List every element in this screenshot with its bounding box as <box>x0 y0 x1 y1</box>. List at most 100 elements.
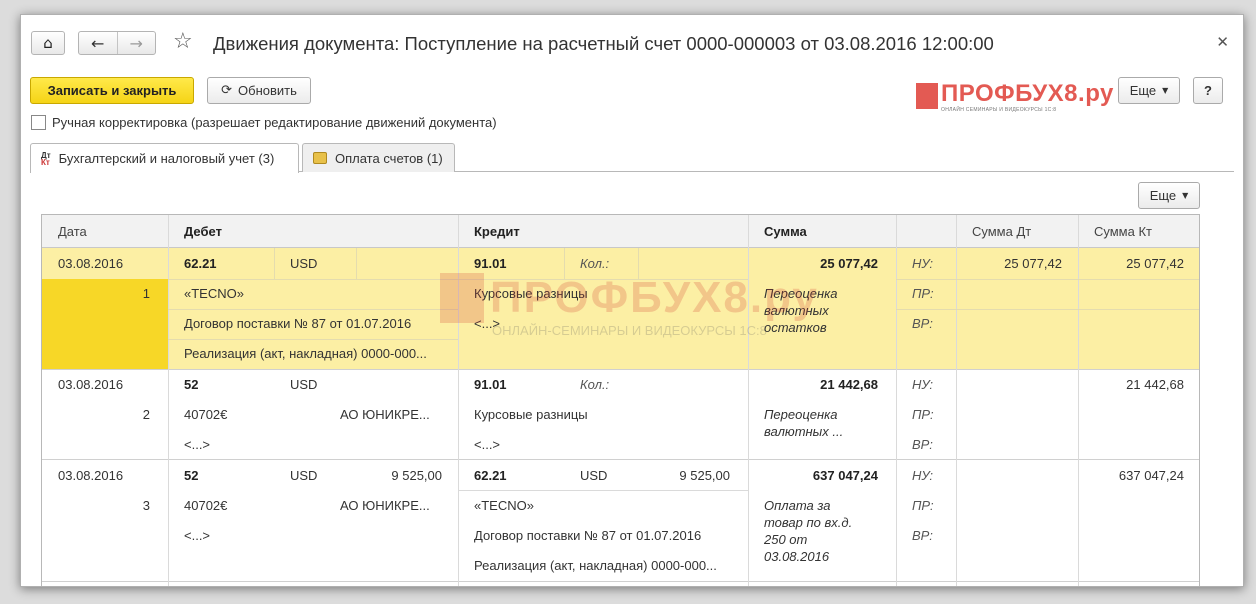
cell-sum-kt: 21 442,68 <box>1126 377 1184 392</box>
arrow-right-icon: → <box>129 33 143 53</box>
back-button[interactable]: ← <box>79 32 117 54</box>
cell-credit-account: 62.21 <box>474 468 507 483</box>
column-divider <box>896 215 897 586</box>
cell-debit-currency: USD <box>290 377 318 392</box>
manual-edit-checkbox[interactable] <box>31 115 46 130</box>
forward-button[interactable]: → <box>116 32 156 54</box>
cell-credit-qty-label: Кол.: <box>580 377 610 392</box>
column-divider <box>956 215 957 586</box>
subcolumn-divider <box>564 248 565 279</box>
home-button[interactable]: ⌂ <box>31 31 65 55</box>
movements-table[interactable]: Дата Дебет Кредит Сумма Сумма Дт Сумма К… <box>41 214 1200 586</box>
subrow-divider <box>168 279 458 280</box>
subcolumn-divider <box>356 248 357 279</box>
cell-debit-account: 62.21 <box>184 256 217 271</box>
cell-debit-subconto-2: <...> <box>184 437 211 452</box>
cell-debit-subconto-2: Договор поставки № 87 от 01.07.2016 <box>184 316 412 331</box>
subrow-divider <box>896 309 1199 310</box>
redaction-mask <box>232 498 336 512</box>
subrow-divider <box>168 339 458 340</box>
coin-icon <box>313 152 327 164</box>
table-more-label: Еще <box>1149 188 1177 203</box>
cell-content: Переоценка валютных ... <box>764 407 844 439</box>
tab-payments[interactable]: Оплата счетов (1) <box>302 143 455 172</box>
cell-sum: 637 047,24 <box>812 468 878 483</box>
window-title: Движения документа: Поступление на расче… <box>213 33 994 54</box>
close-icon[interactable]: ✕ <box>1216 33 1229 51</box>
cell-credit-subconto-2: Договор поставки № 87 от 01.07.2016 <box>474 528 702 543</box>
column-header-sum-kt[interactable]: Сумма Кт <box>1078 215 1199 248</box>
more-label: Еще <box>1129 83 1157 98</box>
logo-text: ПРОФБУХ8.ру <box>941 80 1114 107</box>
cell-content: Оплата за товар по вх.д. 250 от 03.08.20… <box>764 498 853 564</box>
manual-edit-option[interactable]: Ручная корректировка (разрешает редактир… <box>31 115 497 130</box>
column-divider <box>168 215 169 586</box>
cell-nu-label: НУ: <box>912 468 934 483</box>
cell-credit-subconto-2: <...> <box>474 437 501 452</box>
more-menu-button[interactable]: Еще ▼ <box>1118 77 1180 104</box>
cell-nu-label: НУ: <box>912 256 934 271</box>
tab-accounting-label: Бухгалтерский и налоговый учет (3) <box>58 151 275 166</box>
cell-credit-qty-label: Кол.: <box>580 256 610 271</box>
subrow-divider <box>168 309 458 310</box>
cell-credit-amount: 9 525,00 <box>679 468 730 483</box>
refresh-icon: ⟳ <box>221 83 233 98</box>
subcolumn-divider <box>274 248 275 279</box>
column-header-credit[interactable]: Кредит <box>458 215 748 248</box>
star-icon[interactable]: ☆ <box>173 29 193 54</box>
cell-debit-bank: АО ЮНИКРЕ... <box>340 498 430 513</box>
manual-edit-label: Ручная корректировка (разрешает редактир… <box>52 115 497 130</box>
cell-debit-currency: USD <box>290 256 318 271</box>
arrow-left-icon: ← <box>91 33 105 53</box>
subrow-divider <box>458 490 748 491</box>
table-more-button[interactable]: Еще ▼ <box>1138 182 1200 209</box>
chevron-down-icon: ▼ <box>1182 191 1189 200</box>
cell-credit-account: 91.01 <box>474 377 507 392</box>
cell-debit-subconto-1: 40702€ <box>184 498 228 513</box>
tab-accounting[interactable]: Дт Кт Бухгалтерский и налоговый учет (3) <box>30 143 299 173</box>
cell-credit-subconto-3: Реализация (акт, накладная) 0000-000... <box>474 558 717 573</box>
cell-credit-subconto-2: <...> <box>474 316 501 331</box>
cell-date: 03.08.2016 <box>58 377 124 392</box>
row-divider <box>42 581 1199 582</box>
cell-sum: 25 077,42 <box>820 256 878 271</box>
cell-vr-label: ВР: <box>912 528 933 543</box>
cell-debit-subconto-1: 40702€ <box>184 407 228 422</box>
cell-sum-dt: 25 077,42 <box>1004 256 1062 271</box>
column-header-debit[interactable]: Дебет <box>168 215 458 248</box>
column-header-sum-dt[interactable]: Сумма Дт <box>956 215 1078 248</box>
cell-debit-account: 52 <box>184 377 199 392</box>
help-button[interactable]: ? <box>1193 77 1223 104</box>
dt-kt-icon: Дт Кт <box>41 150 51 167</box>
cell-credit-account: 91.01 <box>474 256 507 271</box>
cell-date: 03.08.2016 <box>58 468 124 483</box>
redaction-mask <box>232 407 336 421</box>
save-and-close-button[interactable]: Записать и закрыть <box>30 77 194 104</box>
cell-vr-label: ВР: <box>912 316 933 331</box>
cell-credit-subconto-1: Курсовые разницы <box>474 286 588 301</box>
column-divider <box>458 215 459 586</box>
refresh-button[interactable]: ⟳ Обновить <box>207 77 311 104</box>
cell-pr-label: ПР: <box>912 286 934 301</box>
cell-row-number: 3 <box>142 498 150 513</box>
cell-debit-subconto-3: Реализация (акт, накладная) 0000-000... <box>184 346 427 361</box>
column-divider <box>748 215 749 586</box>
cell-credit-currency: USD <box>580 468 608 483</box>
cell-row-number: 1 <box>142 286 150 301</box>
cell-debit-subconto-2: <...> <box>184 528 211 543</box>
cell-debit-currency: USD <box>290 468 318 483</box>
row-divider <box>42 369 1199 370</box>
cell-content: Переоценка валютных остатков <box>764 286 838 335</box>
column-header-accounting-type[interactable] <box>896 215 956 248</box>
refresh-label: Обновить <box>238 83 297 98</box>
chevron-down-icon: ▼ <box>1162 86 1169 95</box>
cell-row-number: 2 <box>142 407 150 422</box>
cell-pr-label: ПР: <box>912 498 934 513</box>
column-header-sum[interactable]: Сумма <box>748 215 896 248</box>
cell-date: 03.08.2016 <box>58 256 124 271</box>
cell-debit-bank: АО ЮНИКРЕ... <box>340 407 430 422</box>
cell-vr-label: ВР: <box>912 437 933 452</box>
column-header-date[interactable]: Дата <box>42 215 168 248</box>
history-navigation: ← → <box>78 31 156 55</box>
document-movements-window: ⌂ ← → ☆ Движения документа: Поступление … <box>20 14 1244 587</box>
